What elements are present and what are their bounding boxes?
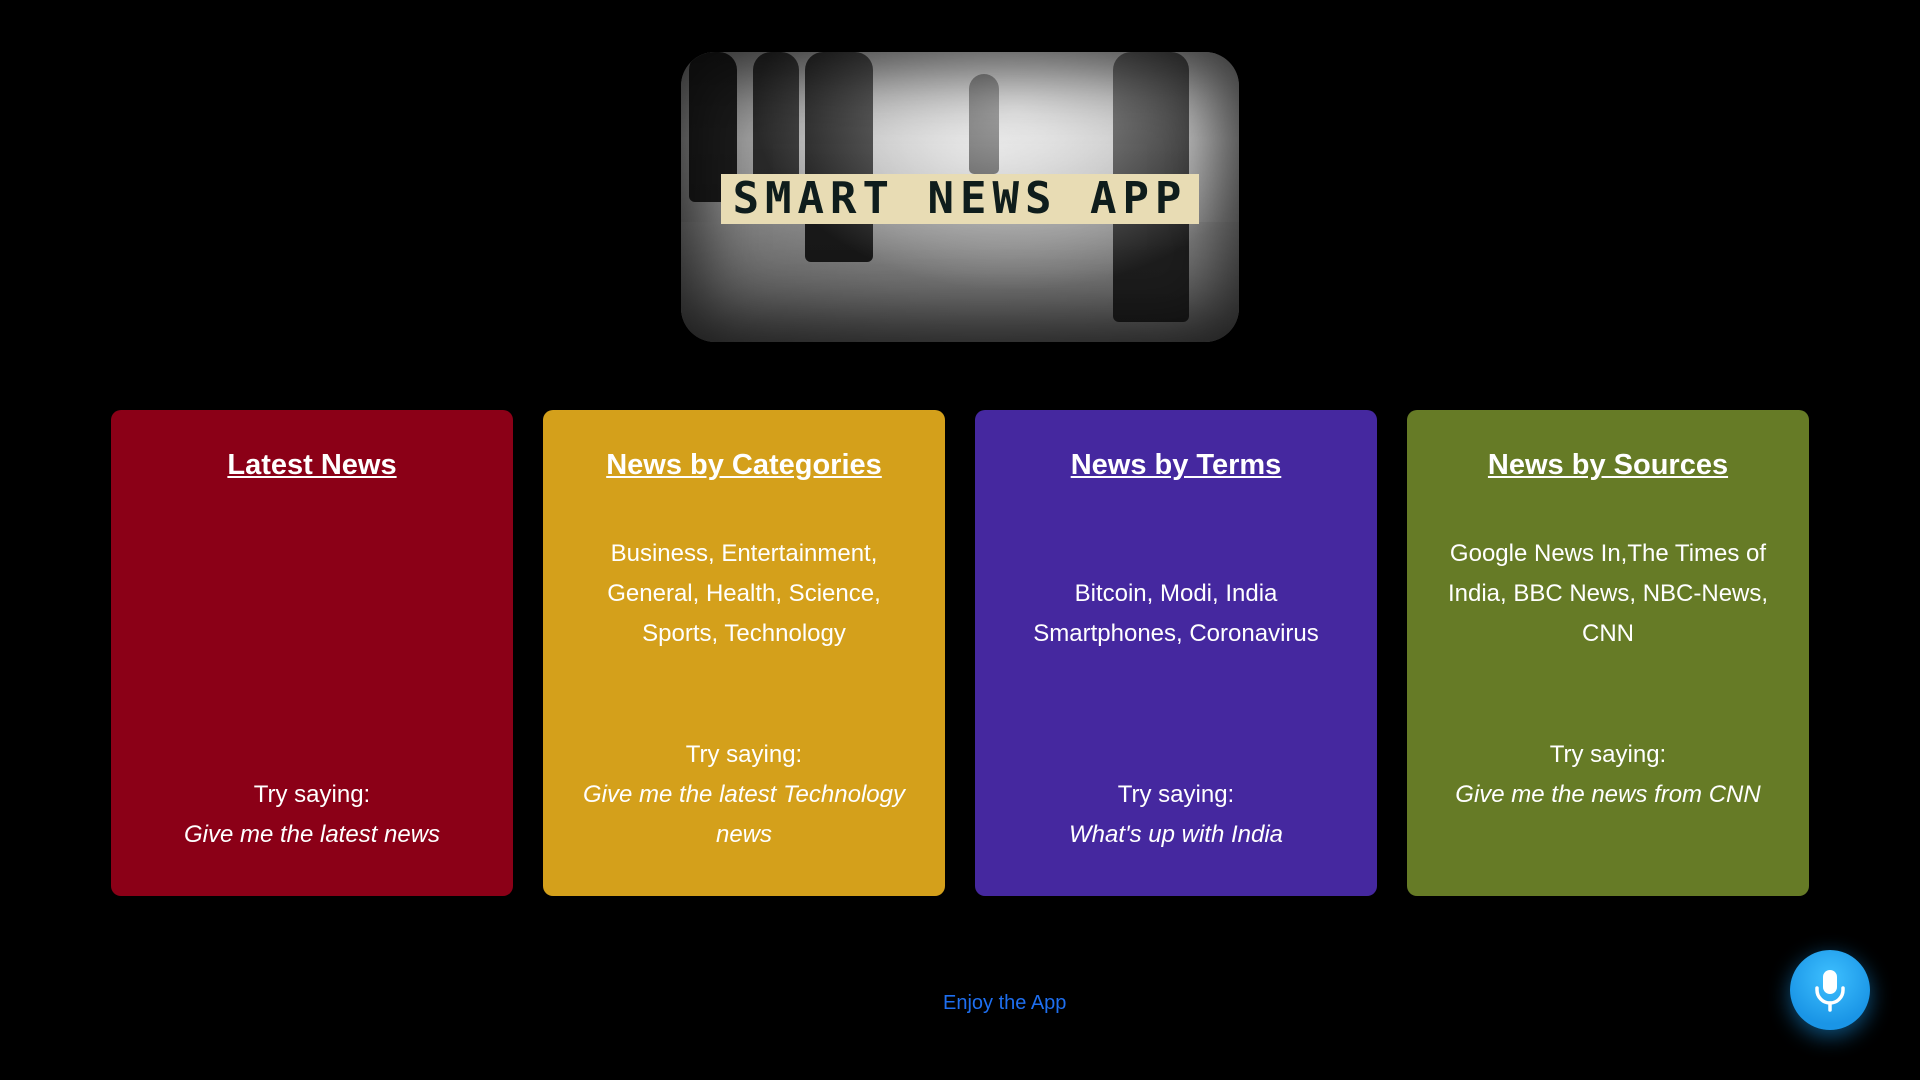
card-title: Latest News (227, 449, 397, 481)
microphone-icon (1815, 970, 1845, 1012)
card-body: Business, Entertainment, General, Health… (607, 540, 881, 647)
try-saying-label: Try saying: (1549, 741, 1667, 768)
card-title: News by Terms (1070, 449, 1282, 481)
card-try-saying: Try saying: Give me the latest news (139, 775, 485, 855)
card-try-saying: Try saying: What's up with India (1003, 775, 1349, 855)
card-try-saying: Try saying: Give me the latest Technolog… (571, 735, 917, 855)
try-saying-label: Try saying: (685, 741, 803, 768)
try-saying-label: Try saying: (1117, 781, 1235, 808)
card-title: News by Sources (1487, 449, 1729, 481)
microphone-button[interactable] (1790, 950, 1870, 1030)
try-saying-example: Give me the news from CNN (1455, 781, 1761, 808)
try-saying-example: What's up with India (1068, 821, 1284, 848)
try-saying-example: Give me the latest Technology news (583, 781, 905, 848)
card-news-by-sources: News by Sources Google News In,The Times… (1407, 410, 1809, 896)
hero-title-band: SMART NEWS APP (721, 174, 1199, 224)
card-row: Latest News Try saying: Give me the late… (111, 410, 1809, 896)
card-news-by-terms: News by Terms Bitcoin, Modi, India Smart… (975, 410, 1377, 896)
try-saying-example: Give me the latest news (183, 821, 441, 848)
card-title: News by Categories (606, 449, 882, 481)
card-body: Google News In,The Times of India, BBC N… (1447, 540, 1769, 647)
card-body: Bitcoin, Modi, India Smartphones, Corona… (1033, 580, 1319, 647)
footer-text: Enjoy the App (943, 992, 1067, 1014)
card-try-saying: Try saying: Give me the news from CNN (1435, 735, 1781, 815)
card-latest-news: Latest News Try saying: Give me the late… (111, 410, 513, 896)
card-news-by-categories: News by Categories Business, Entertainme… (543, 410, 945, 896)
page: SMART NEWS APP Latest News Try saying: G… (0, 0, 1920, 1080)
hero-title: SMART NEWS APP (732, 173, 1188, 224)
try-saying-label: Try saying: (253, 781, 371, 808)
hero-banner-image: SMART NEWS APP (681, 52, 1239, 342)
